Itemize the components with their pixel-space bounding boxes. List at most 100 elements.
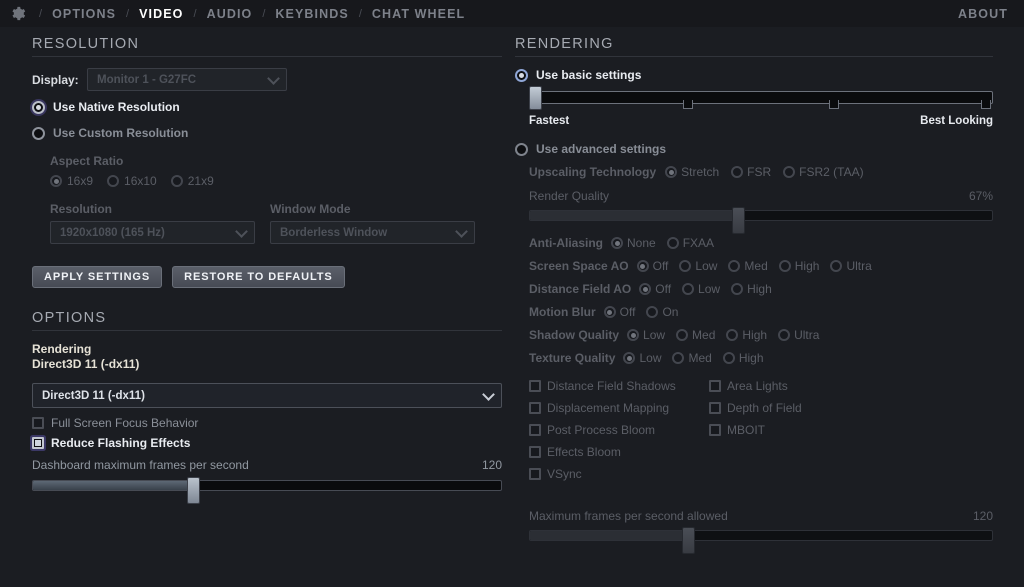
quality-option-label: Med (744, 259, 767, 273)
rendering-label: Rendering (32, 342, 502, 357)
aspect-ratio-radio-16x10[interactable] (107, 175, 119, 187)
chevron-down-icon (455, 225, 468, 238)
options-section-title: OPTIONS (32, 310, 502, 331)
dashboard-fps-slider[interactable] (32, 477, 502, 493)
checkbox-displacement-mapping[interactable] (529, 402, 541, 414)
upscaling-radio-fsr2[interactable] (783, 166, 795, 178)
quality-radio-high[interactable] (779, 260, 791, 272)
quality-radio-none[interactable] (611, 237, 623, 249)
checkbox-row-post-process-bloom[interactable]: Post Process Bloom (529, 423, 709, 437)
use-custom-resolution-row[interactable]: Use Custom Resolution (32, 126, 502, 140)
render-quality-slider[interactable] (529, 207, 993, 223)
use-advanced-settings-row[interactable]: Use advanced settings (515, 142, 993, 156)
reduce-flashing-checkbox[interactable] (32, 437, 44, 449)
quality-preset-slider[interactable] (529, 89, 993, 111)
nav-separator-2: / (194, 8, 197, 20)
quality-row-motion-blur: Motion BlurOffOn (529, 305, 993, 319)
quality-radio-ultra[interactable] (830, 260, 842, 272)
quality-radio-low[interactable] (623, 352, 635, 364)
quality-max-label: Best Looking (920, 115, 993, 127)
checkbox-vsync[interactable] (529, 468, 541, 480)
max-fps-slider-handle[interactable] (682, 527, 695, 554)
quality-radio-ultra[interactable] (778, 329, 790, 341)
nav-item-keybinds[interactable]: KEYBINDS (272, 5, 351, 23)
use-advanced-settings-radio[interactable] (515, 143, 528, 156)
quality-radio-off[interactable] (639, 283, 651, 295)
resolution-buttons-row: APPLY SETTINGS RESTORE TO DEFAULTS (32, 266, 502, 288)
use-basic-settings-radio[interactable] (515, 69, 528, 82)
window-mode-select[interactable]: Borderless Window (270, 221, 475, 244)
resolution-section-title: RESOLUTION (32, 36, 502, 57)
quality-radio-low[interactable] (679, 260, 691, 272)
quality-row-label: Distance Field AO (529, 282, 631, 296)
aspect-ratio-options: 16x9 16x10 21x9 (50, 174, 502, 188)
checkbox-depth-of-field[interactable] (709, 402, 721, 414)
fullscreen-focus-row[interactable]: Full Screen Focus Behavior (32, 416, 502, 430)
max-fps-slider-fill (530, 531, 683, 540)
quality-radio-med[interactable] (728, 260, 740, 272)
upscaling-radio-stretch[interactable] (665, 166, 677, 178)
display-select[interactable]: Monitor 1 - G27FC (87, 68, 287, 91)
restore-to-defaults-button[interactable]: RESTORE TO DEFAULTS (172, 266, 345, 288)
quality-row-shadow-quality: Shadow QualityLowMedHighUltra (529, 328, 993, 342)
quality-preset-slider-handle[interactable] (529, 86, 542, 110)
nav-item-chat-wheel[interactable]: CHAT WHEEL (369, 5, 468, 23)
nav-item-options[interactable]: OPTIONS (49, 5, 119, 23)
use-native-resolution-row[interactable]: Use Native Resolution (32, 100, 502, 114)
quality-row-label: Shadow Quality (529, 328, 619, 342)
checkbox-row-displacement-mapping[interactable]: Displacement Mapping (529, 401, 709, 415)
quality-option-label: Ultra (794, 328, 819, 342)
rendering-api-select[interactable]: Direct3D 11 (-dx11) (32, 383, 502, 408)
quality-settings-rows: Anti-AliasingNoneFXAAScreen Space AOOffL… (529, 236, 993, 365)
quality-option-label: High (742, 328, 767, 342)
quality-radio-off[interactable] (604, 306, 616, 318)
reduce-flashing-row[interactable]: Reduce Flashing Effects (32, 436, 502, 450)
checkbox-mboit[interactable] (709, 424, 721, 436)
quality-radio-low[interactable] (682, 283, 694, 295)
quality-radio-fxaa[interactable] (667, 237, 679, 249)
quality-radio-on[interactable] (646, 306, 658, 318)
fullscreen-focus-checkbox[interactable] (32, 417, 44, 429)
quality-option-label: Med (688, 351, 711, 365)
checkbox-row-mboit[interactable]: MBOIT (709, 423, 802, 437)
quality-radio-low[interactable] (627, 329, 639, 341)
quality-radio-high[interactable] (731, 283, 743, 295)
checkbox-row-vsync[interactable]: VSync (529, 467, 709, 481)
nav-item-about[interactable]: ABOUT (955, 5, 1011, 23)
checkbox-label: Distance Field Shadows (547, 379, 676, 393)
render-quality-slider-handle[interactable] (732, 207, 745, 234)
quality-row-label: Screen Space AO (529, 259, 629, 273)
use-basic-settings-row[interactable]: Use basic settings (515, 68, 993, 82)
render-quality-label: Render Quality (529, 189, 609, 203)
checkbox-distance-field-shadows[interactable] (529, 380, 541, 392)
use-custom-resolution-radio[interactable] (32, 127, 45, 140)
use-native-resolution-radio[interactable] (32, 101, 45, 114)
right-column: RENDERING Use basic settings Fastest Bes… (515, 36, 993, 543)
quality-radio-off[interactable] (637, 260, 649, 272)
aspect-ratio-radio-16x9[interactable] (50, 175, 62, 187)
checkbox-area-lights[interactable] (709, 380, 721, 392)
quality-radio-high[interactable] (723, 352, 735, 364)
quality-radio-med[interactable] (672, 352, 684, 364)
nav-item-video[interactable]: VIDEO (136, 5, 186, 23)
checkbox-post-process-bloom[interactable] (529, 424, 541, 436)
upscaling-radio-fsr[interactable] (731, 166, 743, 178)
max-fps-slider[interactable] (529, 527, 993, 543)
aspect-ratio-radio-21x9[interactable] (171, 175, 183, 187)
checkbox-row-depth-of-field[interactable]: Depth of Field (709, 401, 802, 415)
nav-item-audio[interactable]: AUDIO (204, 5, 256, 23)
apply-settings-button[interactable]: APPLY SETTINGS (32, 266, 162, 288)
checkbox-row-distance-field-shadows[interactable]: Distance Field Shadows (529, 379, 709, 393)
checkbox-label: Displacement Mapping (547, 401, 669, 415)
dashboard-fps-slider-handle[interactable] (187, 477, 200, 504)
checkbox-effects-bloom[interactable] (529, 446, 541, 458)
checkbox-row-area-lights[interactable]: Area Lights (709, 379, 802, 393)
quality-radio-med[interactable] (676, 329, 688, 341)
rendering-sublabel: Direct3D 11 (-dx11) (32, 357, 502, 372)
left-column: RESOLUTION Display: Monitor 1 - G27FC Us… (32, 36, 502, 493)
gear-icon[interactable] (2, 0, 32, 27)
quality-option-label: On (662, 305, 678, 319)
resolution-select[interactable]: 1920x1080 (165 Hz) (50, 221, 255, 244)
checkbox-row-effects-bloom[interactable]: Effects Bloom (529, 445, 709, 459)
quality-radio-high[interactable] (726, 329, 738, 341)
